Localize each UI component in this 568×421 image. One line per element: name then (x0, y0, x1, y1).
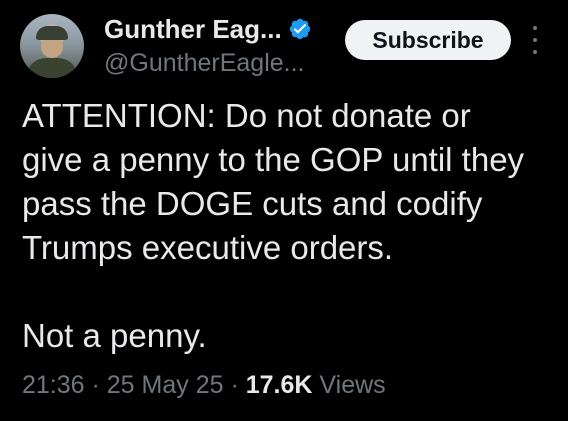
meta-separator: · (223, 371, 246, 399)
meta-separator: · (84, 371, 107, 399)
avatar-shirt (26, 58, 78, 78)
views-label: Views (312, 371, 386, 399)
more-dot (533, 26, 537, 30)
views-count: 17.6K (245, 371, 313, 399)
more-dot (533, 38, 537, 42)
tweet-meta: 21:36 · 25 May 25 · 17.6K Views (22, 368, 386, 402)
tweet-time[interactable]: 21:36 (22, 371, 85, 399)
avatar[interactable] (20, 14, 84, 78)
more-vertical-icon[interactable] (528, 26, 542, 54)
avatar-cap (36, 26, 68, 40)
more-dot (533, 50, 537, 54)
tweet: Gunther Eag... @GuntherEagle... Subscrib… (0, 0, 568, 421)
author-name-row: Gunther Eag... (104, 14, 312, 44)
tweet-text: ATTENTION: Do not donate or give a penny… (22, 97, 525, 354)
verified-badge-icon (289, 18, 310, 40)
author-handle[interactable]: @GuntherEagle... (104, 48, 305, 78)
subscribe-button[interactable]: Subscribe (345, 20, 511, 60)
tweet-date[interactable]: 25 May 25 (107, 371, 224, 399)
author-display-name[interactable]: Gunther Eag... (104, 14, 282, 44)
